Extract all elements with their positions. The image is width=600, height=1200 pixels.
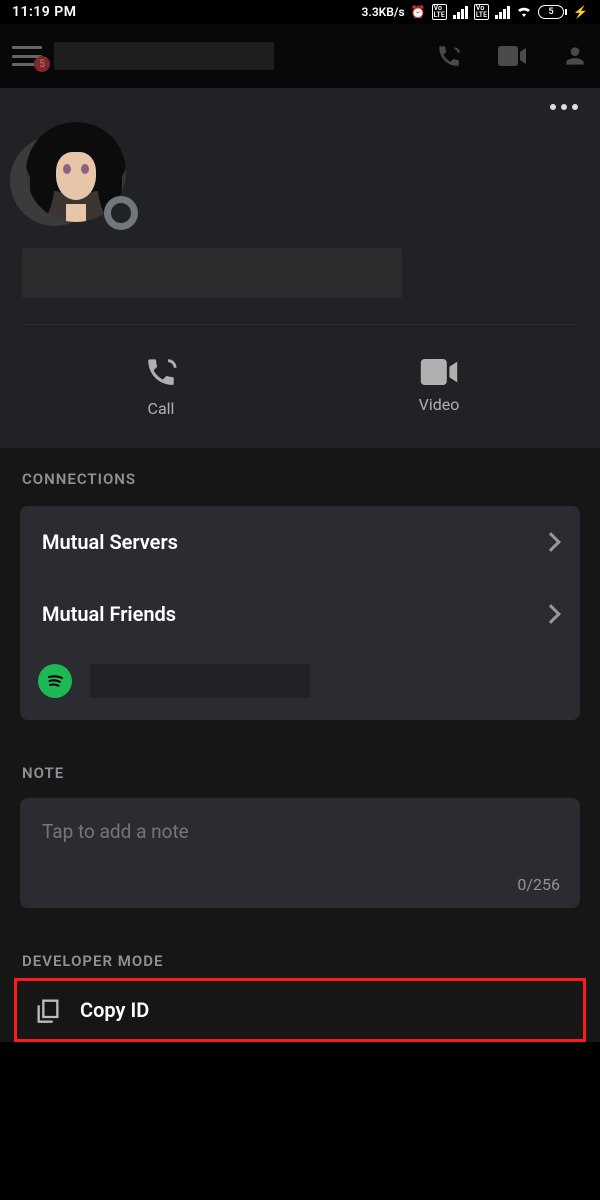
avatar[interactable] — [22, 118, 132, 228]
charging-icon: ⚡ — [573, 5, 588, 19]
chat-top-bar: 5 — [0, 24, 600, 88]
volte-icon-2: VoLTE — [474, 4, 489, 20]
data-rate: 3.3KB/s — [362, 5, 405, 19]
person-top-icon[interactable] — [562, 43, 588, 69]
mutual-friends-label: Mutual Friends — [42, 602, 176, 626]
copy-icon — [34, 996, 62, 1024]
connections-section: CONNECTIONS — [0, 448, 600, 496]
video-top-icon[interactable] — [498, 46, 526, 66]
mutual-friends-row[interactable]: Mutual Friends — [20, 578, 580, 650]
profile-header: Call Video — [0, 88, 600, 448]
battery-icon: 5 — [538, 5, 567, 19]
profile-sheet: Call Video CONNECTIONS Mutual Servers Mu… — [0, 88, 600, 1042]
copy-id-label: Copy ID — [80, 998, 149, 1022]
connections-title: CONNECTIONS — [22, 470, 578, 488]
note-title: NOTE — [22, 764, 578, 782]
call-label: Call — [148, 399, 175, 418]
menu-badge: 5 — [34, 56, 50, 72]
copy-id-row[interactable]: Copy ID — [14, 978, 586, 1042]
note-placeholder: Tap to add a note — [42, 820, 558, 843]
video-label: Video — [419, 395, 460, 414]
mutual-servers-label: Mutual Servers — [42, 530, 178, 554]
alarm-icon: ⏰ — [411, 5, 426, 19]
more-button[interactable] — [550, 104, 578, 110]
status-indicator-icon — [104, 196, 138, 230]
note-input[interactable]: Tap to add a note 0/256 — [20, 798, 580, 908]
note-section: NOTE — [0, 742, 600, 790]
mutual-servers-row[interactable]: Mutual Servers — [20, 506, 580, 578]
wifi-icon — [516, 5, 532, 20]
chevron-right-icon — [541, 604, 561, 624]
username-redacted — [22, 248, 402, 298]
spotify-name-redacted — [90, 664, 310, 698]
profile-actions: Call Video — [22, 324, 578, 448]
volte-icon-1: VoLTE — [432, 4, 447, 20]
developer-title: DEVELOPER MODE — [22, 952, 578, 970]
developer-section: DEVELOPER MODE — [0, 930, 600, 978]
signal-icon-2 — [495, 6, 510, 19]
status-icons: 3.3KB/s ⏰ VoLTE VoLTE 5 ⚡ — [362, 4, 588, 20]
connections-card: Mutual Servers Mutual Friends — [20, 506, 580, 720]
call-button[interactable]: Call — [22, 325, 300, 448]
menu-button[interactable]: 5 — [12, 46, 42, 66]
call-icon — [144, 355, 178, 389]
status-bar: 11:19 PM 3.3KB/s ⏰ VoLTE VoLTE 5 ⚡ — [0, 0, 600, 24]
signal-icon-1 — [453, 6, 468, 19]
spotify-icon — [38, 664, 72, 698]
spotify-connection-row[interactable] — [20, 650, 580, 720]
channel-name-redacted — [54, 42, 274, 70]
video-button[interactable]: Video — [300, 325, 578, 448]
status-time: 11:19 PM — [12, 4, 77, 20]
call-top-icon[interactable] — [436, 43, 462, 69]
chevron-right-icon — [541, 532, 561, 552]
video-icon — [420, 359, 458, 385]
note-char-count: 0/256 — [517, 875, 560, 894]
